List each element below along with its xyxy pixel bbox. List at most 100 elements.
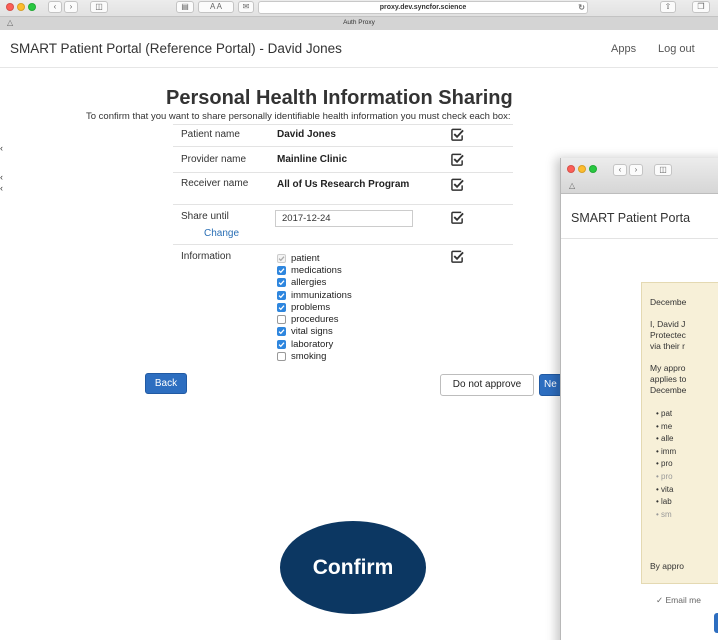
- checkbox-icon[interactable]: [277, 302, 286, 312]
- tab-auth-proxy[interactable]: Auth Proxy: [0, 19, 718, 26]
- overlay-toolbar: ‹ › ◫ △: [561, 158, 718, 194]
- browser-toolbar: ‹ › ◫ ▤ A A ✉ proxy.dev.syncfor.science …: [0, 0, 718, 30]
- patient-name-row: Patient name David Jones: [173, 124, 513, 146]
- overlay-window-controls: [567, 165, 597, 173]
- confirm-checkbox-icon[interactable]: [451, 128, 464, 141]
- confirm-button[interactable]: Confirm: [280, 521, 426, 614]
- consent-bullet: • vita: [656, 484, 674, 494]
- address-bar[interactable]: proxy.dev.syncfor.science ↻: [258, 1, 588, 14]
- maximize-window-icon[interactable]: [28, 3, 36, 11]
- confirm-checkbox-icon[interactable]: [451, 211, 464, 224]
- consent-line: applies to: [650, 374, 687, 384]
- portal-title: SMART Patient Portal (Reference Portal) …: [10, 41, 342, 56]
- consent-closing: By appro: [650, 561, 685, 571]
- tabs-overview-icon[interactable]: ❐: [692, 1, 710, 13]
- share-until-row: Share until Change 2017-12-24: [173, 204, 513, 244]
- consent-bullet: • pat: [656, 409, 673, 418]
- nav-apps-link[interactable]: Apps: [611, 43, 636, 55]
- close-window-icon[interactable]: [567, 165, 575, 173]
- nav-logout-link[interactable]: Log out: [658, 43, 695, 55]
- share-until-input[interactable]: 2017-12-24: [275, 210, 413, 227]
- maximize-window-icon[interactable]: [589, 165, 597, 173]
- checkbox-icon[interactable]: [277, 352, 286, 362]
- info-item-medications[interactable]: medications: [277, 264, 352, 276]
- consent-line: via their r: [650, 341, 685, 351]
- mail-icon[interactable]: ✉: [238, 1, 254, 13]
- checkbox-icon[interactable]: [277, 327, 286, 337]
- info-item-label: smoking: [291, 351, 327, 363]
- consent-bullet-text: sm: [661, 509, 672, 519]
- edge-artifact: ‹: [0, 172, 3, 182]
- back-arrow-icon[interactable]: ‹: [613, 164, 627, 176]
- info-item-label: patient: [291, 252, 320, 264]
- back-button[interactable]: Back: [145, 373, 187, 394]
- overlay-primary-button[interactable]: [714, 613, 718, 633]
- forward-arrow-icon[interactable]: ›: [64, 1, 78, 13]
- patient-name-label: Patient name: [181, 129, 240, 140]
- info-item-label: allergies: [291, 277, 327, 289]
- page-heading: Personal Health Information Sharing: [166, 87, 513, 109]
- instructions-text: To confirm that you want to share person…: [86, 111, 511, 122]
- patient-name-value: David Jones: [277, 129, 336, 140]
- divider: [561, 238, 718, 239]
- consent-bullet-text: alle: [661, 434, 674, 444]
- consent-bullet: • me: [656, 421, 673, 431]
- info-item-label: problems: [291, 301, 331, 313]
- info-item-problems[interactable]: problems: [277, 301, 352, 313]
- consent-line: Decembe: [650, 297, 687, 307]
- receiver-name-row: Receiver name All of Us Research Program: [173, 172, 513, 204]
- info-item-procedures[interactable]: procedures: [277, 313, 352, 325]
- reader-icon[interactable]: ▤: [176, 1, 194, 13]
- info-item-allergies[interactable]: allergies: [277, 277, 352, 289]
- close-window-icon[interactable]: [6, 3, 14, 11]
- back-arrow-icon[interactable]: ‹: [48, 1, 62, 13]
- consent-bullet: • alle: [656, 434, 674, 444]
- change-date-link[interactable]: Change: [204, 228, 239, 239]
- tab-icon: △: [569, 181, 576, 190]
- email-me-row[interactable]: ✓ Email me: [656, 595, 701, 606]
- consent-bullet: • sm: [656, 509, 672, 519]
- sidebar-icon[interactable]: ◫: [654, 164, 672, 176]
- text-size-button[interactable]: A A: [198, 1, 234, 13]
- consent-line: Decembe: [650, 385, 687, 395]
- checkmark-icon: ✓: [656, 595, 664, 605]
- checkbox-icon[interactable]: [277, 315, 286, 325]
- information-label: Information: [181, 251, 232, 262]
- consent-bullet-text: pro: [661, 472, 673, 481]
- consent-bullet: • pro: [656, 472, 673, 481]
- provider-name-value: Mainline Clinic: [277, 154, 348, 165]
- consent-line: I, David J: [650, 319, 686, 329]
- info-item-laboratory[interactable]: laboratory: [277, 338, 352, 350]
- info-item-immunizations[interactable]: immunizations: [277, 289, 352, 301]
- consent-bullet: • pro: [656, 459, 673, 469]
- info-item-label: medications: [291, 264, 342, 276]
- share-icon[interactable]: ⇧: [660, 1, 676, 13]
- info-item-label: procedures: [291, 314, 339, 326]
- portal-header: SMART Patient Portal (Reference Portal) …: [0, 30, 718, 68]
- minimize-window-icon[interactable]: [578, 165, 586, 173]
- checkbox-icon[interactable]: [277, 278, 286, 288]
- sidebar-icon[interactable]: ◫: [90, 1, 108, 13]
- info-item-vital-signs[interactable]: vital signs: [277, 326, 352, 338]
- confirm-checkbox-icon[interactable]: [451, 178, 464, 191]
- overlay-browser-window: ‹ › ◫ △ SMART Patient Porta Decembe I, D…: [560, 158, 718, 640]
- do-not-approve-button[interactable]: Do not approve: [440, 374, 534, 396]
- forward-arrow-icon[interactable]: ›: [629, 164, 643, 176]
- info-item-patient[interactable]: patient: [277, 252, 352, 264]
- checkbox-icon[interactable]: [277, 265, 286, 275]
- reload-icon[interactable]: ↻: [578, 2, 585, 13]
- provider-name-row: Provider name Mainline Clinic: [173, 146, 513, 172]
- confirm-checkbox-icon[interactable]: [451, 153, 464, 166]
- minimize-window-icon[interactable]: [17, 3, 25, 11]
- consent-bullet: • imm: [656, 446, 677, 456]
- checkbox-icon[interactable]: [277, 253, 286, 263]
- window-controls: [6, 3, 36, 11]
- consent-bullet-text: lab: [661, 497, 672, 507]
- url-text: proxy.dev.syncfor.science: [379, 4, 467, 11]
- consent-bullet-text: me: [661, 421, 673, 431]
- checkbox-icon[interactable]: [277, 290, 286, 300]
- checkbox-icon[interactable]: [277, 339, 286, 349]
- info-item-smoking[interactable]: smoking: [277, 350, 352, 362]
- receiver-name-label: Receiver name: [181, 178, 249, 189]
- confirm-checkbox-icon[interactable]: [451, 250, 464, 263]
